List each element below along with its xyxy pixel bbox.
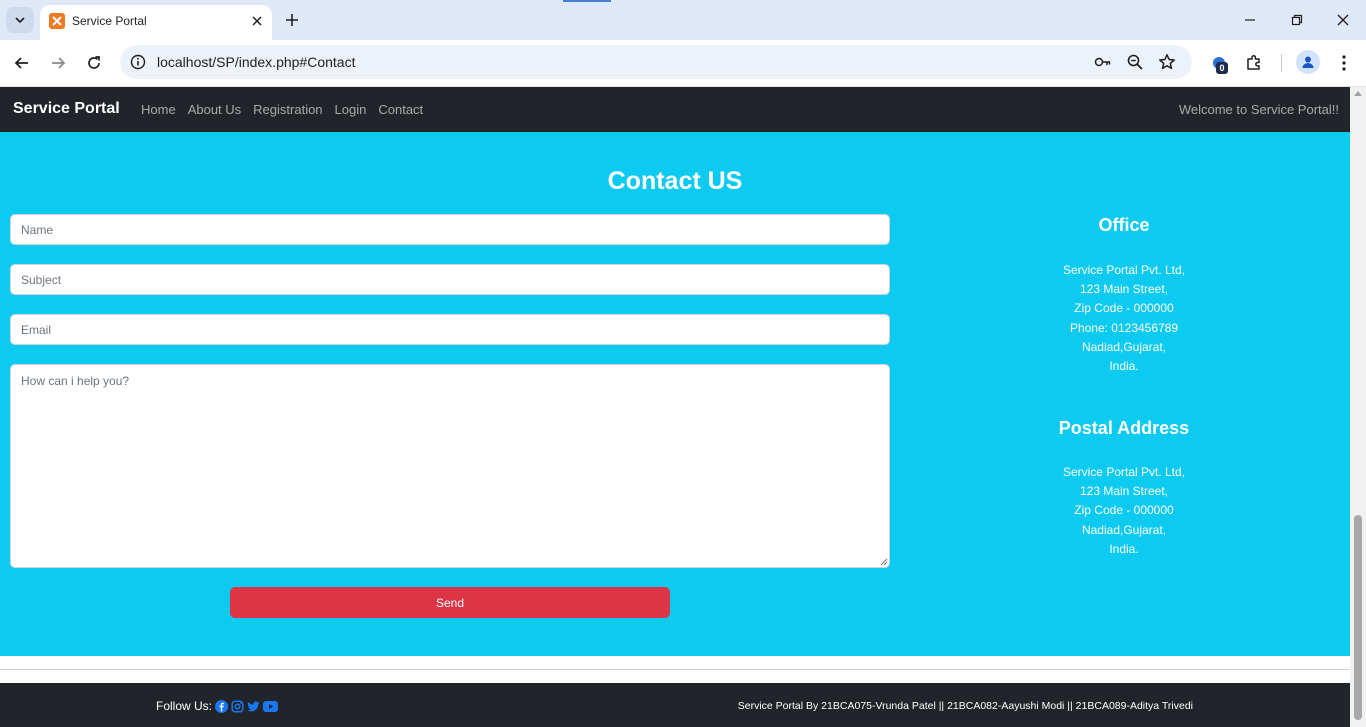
close-icon: [252, 16, 262, 26]
footer-divider: [0, 669, 1350, 670]
browser-menu-button[interactable]: [1333, 52, 1355, 74]
postal-heading: Postal Address: [1058, 418, 1190, 438]
postal-address: Service Portal Pvt. Ltd, 123 Main Street…: [974, 463, 1274, 559]
subject-input[interactable]: [10, 264, 890, 295]
address-bar[interactable]: localhost/SP/index.php#Contact: [120, 45, 1192, 79]
restore-icon: [1291, 14, 1303, 26]
postal-line: Service Portal Pvt. Ltd,: [1062, 465, 1186, 479]
tab-title: Service Portal: [72, 14, 147, 28]
browser-tab-strip: Service Portal: [0, 0, 1366, 40]
tab-strip-indicator: [563, 0, 611, 2]
footer-credits: Service Portal By 21BCA075-Vrunda Patel …: [737, 700, 1193, 712]
office-address: Service Portal Pvt. Ltd, 123 Main Street…: [974, 261, 1274, 376]
extension-counter-button[interactable]: 0: [1208, 52, 1230, 74]
site-info-icon[interactable]: [129, 53, 147, 71]
bookmark-star-icon[interactable]: [1158, 53, 1176, 71]
close-icon: [1337, 14, 1349, 26]
nav-link-contact[interactable]: Contact: [378, 102, 423, 117]
office-info: Office Service Portal Pvt. Ltd, 123 Main…: [974, 215, 1274, 376]
forward-button[interactable]: [47, 52, 69, 74]
message-textarea[interactable]: [10, 364, 890, 568]
site-navbar: Service Portal Home About Us Registratio…: [0, 87, 1350, 132]
contact-section: Contact US Send Office Service Portal Pv…: [0, 132, 1350, 656]
chevron-down-icon: [15, 17, 25, 24]
postal-line: 123 Main Street,: [1079, 484, 1169, 499]
office-line: India.: [1109, 359, 1139, 374]
site-footer: Follow Us: Service Portal By 21BCA075-Vr…: [0, 683, 1350, 727]
reload-button[interactable]: [83, 52, 105, 74]
person-icon: [1302, 56, 1314, 68]
postal-line: Nadiad,Gujarat,: [1081, 522, 1167, 537]
zoom-icon[interactable]: [1126, 53, 1144, 71]
tab-search-button[interactable]: [6, 7, 34, 33]
kebab-menu-icon: [1342, 55, 1346, 71]
follow-label: Follow Us:: [156, 699, 213, 713]
nav-link-about[interactable]: About Us: [188, 102, 241, 117]
reload-icon: [88, 56, 100, 69]
profile-button[interactable]: [1296, 50, 1320, 74]
close-window-button[interactable]: [1333, 10, 1353, 30]
restore-button[interactable]: [1287, 10, 1307, 30]
puzzle-icon: [1247, 55, 1260, 70]
office-heading: Office: [1098, 215, 1150, 235]
navbar-links: Home About Us Registration Login Contact: [141, 102, 423, 117]
minimize-button[interactable]: [1240, 10, 1260, 30]
url-text[interactable]: localhost/SP/index.php#Contact: [157, 54, 355, 70]
nav-link-registration[interactable]: Registration: [253, 102, 322, 117]
browser-toolbar: localhost/SP/index.php#Contact 0: [0, 40, 1366, 87]
page-viewport: Service Portal Home About Us Registratio…: [0, 87, 1350, 727]
name-input[interactable]: [10, 214, 890, 245]
extension-badge: 0: [1216, 62, 1228, 74]
arrow-right-icon: [52, 57, 66, 69]
extensions-button[interactable]: [1243, 52, 1265, 74]
follow-us: Follow Us:: [156, 699, 279, 713]
back-button[interactable]: [11, 52, 33, 74]
password-key-icon[interactable]: [1094, 53, 1112, 71]
contact-title: Contact US: [607, 167, 743, 195]
page-scrollbar[interactable]: [1350, 87, 1366, 727]
scrollbar-thumb[interactable]: [1354, 515, 1362, 720]
youtube-icon[interactable]: [263, 700, 279, 713]
new-tab-button[interactable]: [282, 10, 302, 30]
email-input[interactable]: [10, 314, 890, 345]
office-line: Service Portal Pvt. Ltd,: [1062, 263, 1186, 277]
xampp-icon: [49, 13, 65, 29]
toolbar-divider: [1281, 54, 1282, 72]
nav-link-home[interactable]: Home: [141, 102, 176, 117]
postal-info: Postal Address Service Portal Pvt. Ltd, …: [974, 418, 1274, 559]
scroll-up-arrow-icon[interactable]: [1354, 91, 1362, 96]
office-phone: Phone: 0123456789: [1069, 320, 1179, 335]
office-line: Zip Code - 000000: [1074, 301, 1174, 316]
postal-line: Zip Code - 000000: [1074, 503, 1174, 518]
office-line: 123 Main Street,: [1079, 282, 1169, 297]
navbar-welcome-text: Welcome to Service Portal!!: [1178, 102, 1339, 117]
tab-close-button[interactable]: [248, 12, 266, 30]
navbar-brand[interactable]: Service Portal: [13, 100, 120, 118]
nav-link-login[interactable]: Login: [335, 102, 367, 117]
postal-line: India.: [1109, 541, 1139, 556]
office-line: Nadiad,Gujarat,: [1081, 339, 1167, 354]
browser-tab[interactable]: Service Portal: [40, 5, 272, 40]
twitter-icon[interactable]: [247, 700, 260, 713]
minimize-icon: [1245, 19, 1255, 21]
send-button[interactable]: Send: [230, 587, 670, 618]
plus-icon: [286, 14, 298, 26]
resize-grip-icon[interactable]: [879, 557, 888, 566]
facebook-icon[interactable]: [215, 699, 229, 713]
instagram-icon[interactable]: [231, 699, 244, 713]
arrow-left-icon: [14, 57, 28, 69]
